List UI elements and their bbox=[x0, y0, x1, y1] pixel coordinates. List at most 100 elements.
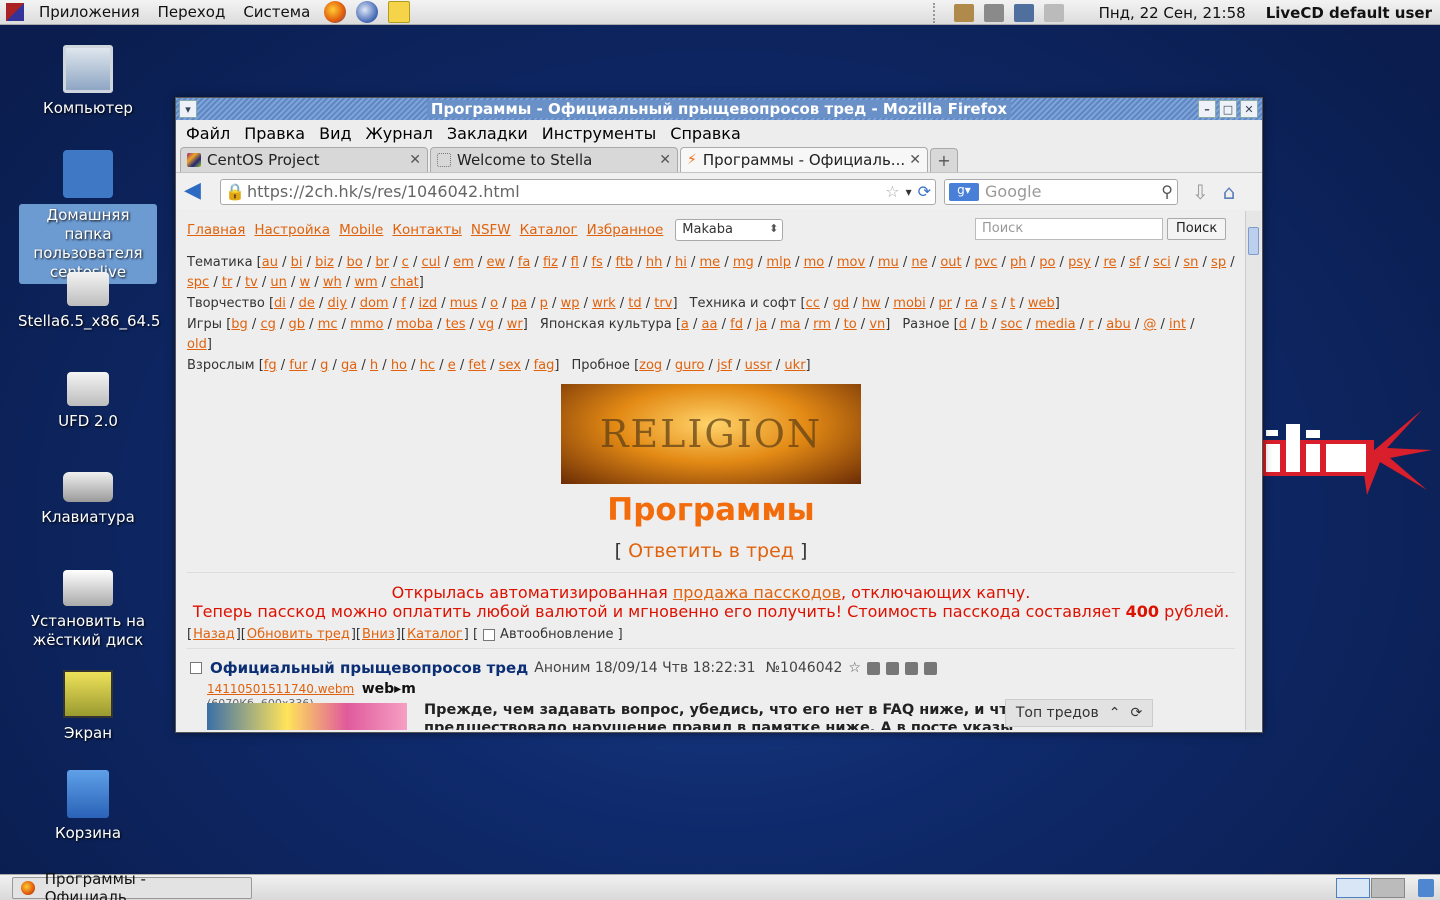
tab-centos[interactable]: CentOS Project ✕ bbox=[180, 147, 428, 172]
board-link-mo[interactable]: mo bbox=[804, 255, 825, 270]
board-link-zog[interactable]: zog bbox=[639, 358, 662, 373]
board-link-jsf[interactable]: jsf bbox=[717, 358, 732, 373]
board-link-ma[interactable]: ma bbox=[780, 317, 801, 332]
board-link-izd[interactable]: izd bbox=[418, 296, 437, 311]
printer-icon[interactable] bbox=[1043, 3, 1064, 22]
board-link-hc[interactable]: hc bbox=[420, 358, 435, 373]
board-link-hw[interactable]: hw bbox=[862, 296, 881, 311]
board-link-ra[interactable]: ra bbox=[965, 296, 978, 311]
board-link-wr[interactable]: wr bbox=[507, 317, 523, 332]
nav-link-settings[interactable]: Настройка bbox=[254, 222, 330, 238]
board-link-fiz[interactable]: fiz bbox=[543, 255, 558, 270]
nav-link-main[interactable]: Главная bbox=[187, 222, 245, 238]
board-link-ftb[interactable]: ftb bbox=[616, 255, 634, 270]
board-link-aa[interactable]: aa bbox=[702, 317, 718, 332]
refresh-icon[interactable]: ⟳ bbox=[1130, 705, 1142, 721]
board-link-fl[interactable]: fl bbox=[571, 255, 579, 270]
volume-icon[interactable] bbox=[983, 3, 1004, 22]
expand-icon[interactable] bbox=[885, 661, 899, 675]
board-link-mu[interactable]: mu bbox=[878, 255, 899, 270]
menu-history[interactable]: Журнал bbox=[359, 124, 440, 143]
post-number[interactable]: №1046042 bbox=[766, 660, 843, 676]
board-link-fa[interactable]: fa bbox=[518, 255, 531, 270]
menu-view[interactable]: Вид bbox=[312, 124, 358, 143]
board-link-fag[interactable]: fag bbox=[534, 358, 555, 373]
scrollbar-thumb[interactable] bbox=[1248, 227, 1259, 255]
vertical-scrollbar[interactable] bbox=[1245, 211, 1261, 730]
board-link-mc[interactable]: mc bbox=[318, 317, 338, 332]
board-link-po[interactable]: po bbox=[1039, 255, 1055, 270]
workspace-2[interactable] bbox=[1371, 878, 1405, 898]
board-link-de[interactable]: de bbox=[299, 296, 315, 311]
board-link-p[interactable]: p bbox=[540, 296, 548, 311]
board-link-fs[interactable]: fs bbox=[591, 255, 602, 270]
menu-bookmarks[interactable]: Закладки bbox=[440, 124, 535, 143]
reload-icon[interactable]: ⟳ bbox=[918, 182, 931, 201]
home-icon[interactable]: ⌂ bbox=[1223, 180, 1236, 204]
board-link-f[interactable]: f bbox=[401, 296, 406, 311]
close-tab-icon[interactable]: ✕ bbox=[909, 152, 921, 168]
board-link-ga[interactable]: ga bbox=[341, 358, 357, 373]
board-link-ho[interactable]: ho bbox=[391, 358, 407, 373]
bookmark-star-icon[interactable]: ☆ bbox=[885, 182, 899, 201]
play-icon[interactable] bbox=[923, 661, 937, 675]
board-link-sci[interactable]: sci bbox=[1153, 255, 1171, 270]
board-link-bo[interactable]: bo bbox=[347, 255, 363, 270]
board-link-diy[interactable]: diy bbox=[327, 296, 347, 311]
trash-applet-icon[interactable] bbox=[1418, 879, 1434, 897]
board-link-at[interactable]: @ bbox=[1143, 317, 1156, 332]
thunderbird-launcher-icon[interactable] bbox=[356, 1, 379, 23]
board-link-hh[interactable]: hh bbox=[646, 255, 662, 270]
board-link-mlp[interactable]: mlp bbox=[766, 255, 791, 270]
board-link-r[interactable]: r bbox=[1088, 317, 1093, 332]
board-link-s[interactable]: s bbox=[991, 296, 998, 311]
board-link-mobi[interactable]: mobi bbox=[893, 296, 925, 311]
new-tab-button[interactable]: + bbox=[930, 148, 958, 172]
board-link-a[interactable]: a bbox=[681, 317, 689, 332]
board-link-gd[interactable]: gd bbox=[833, 296, 850, 311]
refresh-thread-link[interactable]: Обновить тред bbox=[247, 627, 350, 642]
board-link-t[interactable]: t bbox=[1010, 296, 1015, 311]
board-link-cc[interactable]: cc bbox=[806, 296, 820, 311]
board-link-wh[interactable]: wh bbox=[323, 275, 342, 290]
url-bar[interactable]: 🔒 https://2ch.hk/s/res/1046042.html ☆ ▾ … bbox=[220, 178, 936, 205]
desktop-icon-display[interactable]: Экран bbox=[18, 670, 158, 743]
board-link-fg[interactable]: fg bbox=[264, 358, 277, 373]
binoculars-icon[interactable]: ⚲ bbox=[1161, 182, 1173, 201]
passcode-link[interactable]: продажа пасскодов bbox=[673, 583, 841, 602]
file-link[interactable]: 14110501511740.webm bbox=[207, 682, 354, 696]
close-window-button[interactable]: ✕ bbox=[1240, 100, 1258, 118]
board-link-o[interactable]: o bbox=[490, 296, 498, 311]
board-link-dom[interactable]: dom bbox=[360, 296, 389, 311]
board-link-ne[interactable]: ne bbox=[911, 255, 927, 270]
board-link-wm[interactable]: wm bbox=[354, 275, 377, 290]
firefox-launcher-icon[interactable] bbox=[324, 1, 347, 23]
board-link-sf[interactable]: sf bbox=[1129, 255, 1140, 270]
board-link-psy[interactable]: psy bbox=[1068, 255, 1091, 270]
menu-file[interactable]: Файл bbox=[179, 124, 237, 143]
board-link-pa[interactable]: pa bbox=[511, 296, 527, 311]
board-link-h[interactable]: h bbox=[370, 358, 378, 373]
reply-link[interactable]: Ответить в тред bbox=[628, 540, 794, 562]
menu-tools[interactable]: Инструменты bbox=[535, 124, 664, 143]
desktop-icon-install[interactable]: Установить на жёсткий диск bbox=[18, 570, 158, 650]
tab-stella[interactable]: Welcome to Stella ✕ bbox=[430, 147, 678, 172]
board-link-cg[interactable]: cg bbox=[260, 317, 275, 332]
board-link-out[interactable]: out bbox=[940, 255, 961, 270]
board-link-biz[interactable]: biz bbox=[315, 255, 334, 270]
board-link-br[interactable]: br bbox=[375, 255, 389, 270]
board-link-trv[interactable]: trv bbox=[654, 296, 672, 311]
board-link-old[interactable]: old bbox=[187, 337, 207, 352]
board-link-ukr[interactable]: ukr bbox=[784, 358, 805, 373]
board-link-me[interactable]: me bbox=[700, 255, 721, 270]
board-link-abu[interactable]: abu bbox=[1106, 317, 1130, 332]
notes-launcher-icon[interactable] bbox=[388, 1, 411, 23]
search-bar[interactable]: g▾ Google ⚲ bbox=[944, 178, 1178, 205]
minimize-button[interactable]: – bbox=[1198, 100, 1216, 118]
board-link-sex[interactable]: sex bbox=[499, 358, 521, 373]
desktop-icon-stella[interactable]: Stella6.5_x86_64.5 bbox=[18, 272, 160, 331]
google-engine-icon[interactable]: g▾ bbox=[949, 182, 979, 201]
taskbar-window-button[interactable]: Программы - Официаль... bbox=[12, 870, 252, 900]
skin-select[interactable]: Makaba bbox=[675, 219, 784, 241]
board-link-un[interactable]: un bbox=[270, 275, 286, 290]
